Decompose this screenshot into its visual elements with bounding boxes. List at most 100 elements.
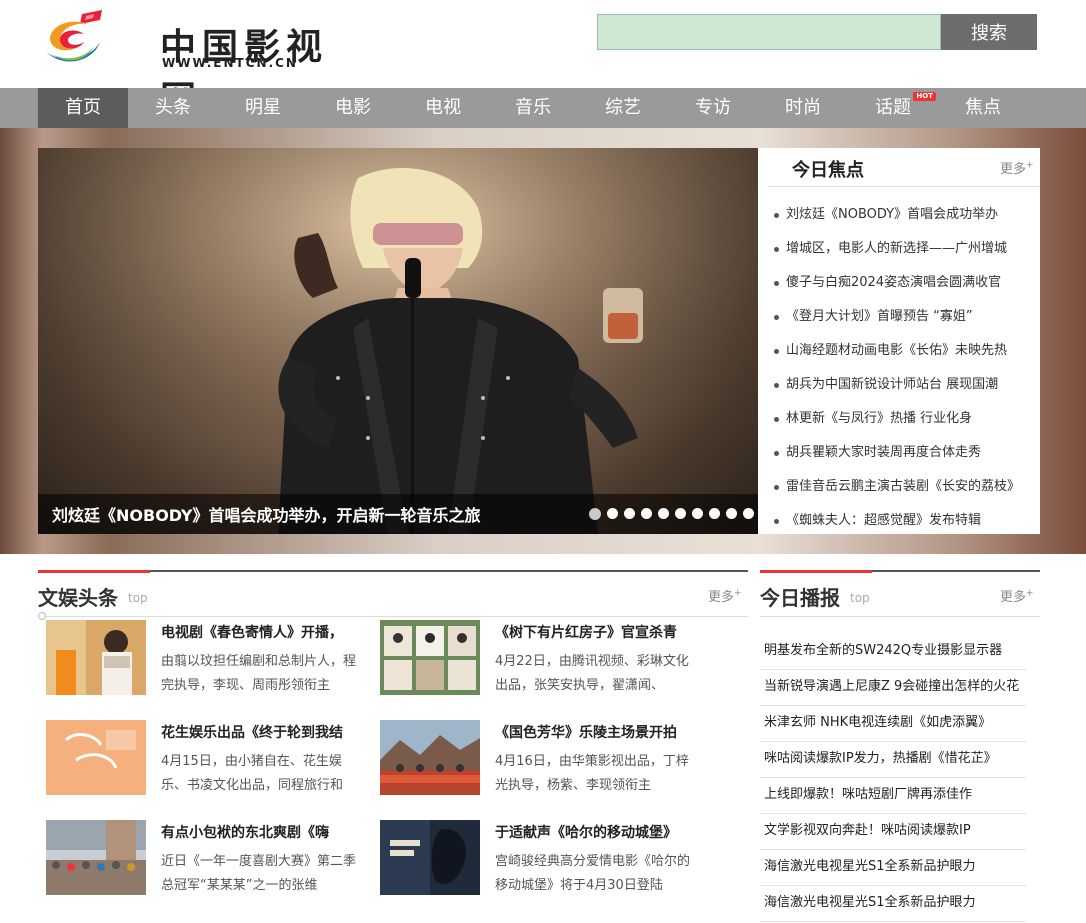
slider-dot[interactable] [641,508,652,519]
nav-label: 明星 [245,97,281,118]
news-desc: 4月16日，由华策影视出品，丁梓光执导，杨紫、李现领衔主 [495,754,689,793]
list-item[interactable]: 胡兵瞿颖大家时装周再度合体走秀 [772,440,1034,474]
nav-label: 头条 [155,97,191,118]
slider-dot[interactable] [658,508,669,519]
slider-dot[interactable] [743,508,754,519]
news-title[interactable]: 《国色芳华》乐陵主场景开拍 [495,722,695,742]
nav-label: 焦点 [965,97,1001,118]
list-item[interactable]: 山海经题材动画电影《长佑》未映先热 [772,338,1034,372]
nav-label: 综艺 [605,97,641,118]
broadcast-more-link[interactable]: 更多+ [1000,586,1034,605]
more-label: 更多 [1000,162,1027,177]
nav-item-topics[interactable]: 话题 HOT [848,88,938,128]
hero-slider[interactable]: 刘炫廷《NOBODY》首唱会成功举办，开启新一轮音乐之旅 [38,148,758,534]
ent-section-header: 文娱头条 top 更多+ [38,570,748,620]
list-item[interactable]: 《登月大计划》首曝预告 “寡姐” [772,304,1034,338]
focus-more-link[interactable]: 更多+ [1000,158,1034,177]
slider-dot[interactable] [624,508,635,519]
divider [768,186,1040,187]
slider-dot[interactable] [589,508,601,520]
slider-dot[interactable] [607,508,618,519]
accent-bar [760,570,872,573]
plus-icon: + [734,588,742,599]
plus-icon: + [1026,588,1034,599]
list-item[interactable]: 傻子与白痴2024姿态演唱会圆满收官 [772,270,1034,304]
list-item[interactable]: 明基发布全新的SW242Q专业摄影显示器 [760,634,1026,670]
list-item[interactable]: 《蜘蛛夫人：超感觉醒》发布特辑 [772,508,1034,542]
news-desc: 宫崎骏经典高分爱情电影《哈尔的移动城堡》将于4月30日登陆 [495,854,691,893]
slider-dots [589,508,754,520]
list-item[interactable]: 文学影视双向奔赴！咪咕阅读爆款IP [760,814,1026,850]
nav-label: 音乐 [515,97,551,118]
news-thumbnail[interactable] [380,820,480,895]
nav-item-stars[interactable]: 明星 [218,88,308,128]
hero-caption-bar: 刘炫廷《NOBODY》首唱会成功举办，开启新一轮音乐之旅 [38,494,758,534]
search-button[interactable]: 搜索 [941,14,1037,50]
list-item[interactable]: 海信激光电视星光S1全系新品护眼力 [760,886,1026,922]
list-item[interactable]: 林更新《与凤行》热播 行业化身 [772,406,1034,440]
news-thumbnail[interactable] [380,720,480,795]
news-item[interactable]: 于适献声《哈尔的移动城堡》 宫崎骏经典高分爱情电影《哈尔的移动城堡》将于4月30… [380,820,696,898]
hero-image [38,148,758,534]
list-item[interactable]: 胡兵为中国新锐设计师站台 展现国潮 [772,372,1034,406]
focus-list: 刘炫廷《NOBODY》首唱会成功举办 增城区，电影人的新选择——广州增城 傻子与… [772,202,1034,542]
news-thumbnail[interactable] [46,720,146,795]
news-item[interactable]: 花生娱乐出品《终于轮到我结 4月15日，由小猪自在、花生娱乐、书凌文化出品，同程… [46,720,362,798]
news-title[interactable]: 花生娱乐出品《终于轮到我结 [161,722,361,742]
news-item[interactable]: 《国色芳华》乐陵主场景开拍 4月16日，由华策影视出品，丁梓光执导，杨紫、李现领… [380,720,696,798]
news-item[interactable]: 电视剧《春色寄情人》开播， 由翦以玟担任编剧和总制片人，程完执导，李现、周雨彤领… [46,620,362,698]
news-title[interactable]: 《树下有片红房子》官宣杀青 [495,622,695,642]
list-item[interactable]: 增城区，电影人的新选择——广州增城 [772,236,1034,270]
list-item[interactable]: 上线即爆款！咪咕短剧厂牌再添佳作 [760,778,1026,814]
divider [38,616,748,617]
nav-label: 专访 [695,97,731,118]
logo-emblem-icon [46,10,102,62]
slider-dot[interactable] [709,508,720,519]
section-title: 文娱头条 [38,586,118,610]
news-thumbnail[interactable] [46,620,146,695]
news-title[interactable]: 电视剧《春色寄情人》开播， [161,622,361,642]
news-title[interactable]: 于适献声《哈尔的移动城堡》 [495,822,695,842]
section-subtitle: top [128,591,148,605]
slider-dot[interactable] [726,508,737,519]
header: 中国影视网 WWW.ENTCN.CN 搜索 [0,0,1086,120]
search-input[interactable] [597,14,941,50]
list-item[interactable]: 海信激光电视星光S1全系新品护眼力 [760,850,1026,886]
list-item[interactable]: 咪咕阅读爆款IP发力，热播剧《惜花芷》 [760,742,1026,778]
main-nav: 首页 头条 明星 电影 电视 音乐 综艺 专访 时尚 话题 HOT 焦点 [0,88,1086,128]
broadcast-list: 明基发布全新的SW242Q专业摄影显示器 当新锐导演遇上尼康Z 9会碰撞出怎样的… [760,634,1026,922]
nav-item-music[interactable]: 音乐 [488,88,578,128]
nav-item-fashion[interactable]: 时尚 [758,88,848,128]
slider-dot[interactable] [675,508,686,519]
list-item[interactable]: 当新锐导演遇上尼康Z 9会碰撞出怎样的火花 [760,670,1026,706]
section-title: 今日播报 [760,586,840,610]
list-item[interactable]: 米津玄师 NHK电视连续剧《如虎添翼》 [760,706,1026,742]
list-item[interactable]: 刘炫廷《NOBODY》首唱会成功举办 [772,202,1034,236]
list-item[interactable]: 雷佳音岳云鹏主演古装剧《长安的荔枝》 [772,474,1034,508]
news-title[interactable]: 有点小包袱的东北爽剧《嗨 [161,822,361,842]
divider-dot [38,612,46,620]
news-item[interactable]: 《树下有片红房子》官宣杀青 4月22日，由腾讯视频、彩琳文化出品，张笑安执导，翟… [380,620,696,698]
nav-item-movies[interactable]: 电影 [308,88,398,128]
nav-item-home[interactable]: 首页 [38,88,128,128]
nav-item-focus[interactable]: 焦点 [938,88,1028,128]
news-thumbnail[interactable] [380,620,480,695]
nav-item-variety[interactable]: 综艺 [578,88,668,128]
nav-item-tv[interactable]: 电视 [398,88,488,128]
plus-icon: + [1026,160,1034,171]
news-desc: 由翦以玟担任编剧和总制片人，程完执导，李现、周雨彤领衔主 [161,654,357,693]
slider-dot[interactable] [692,508,703,519]
nav-label: 首页 [65,97,101,118]
site-logo[interactable]: 中国影视网 WWW.ENTCN.CN [42,8,362,120]
nav-item-interview[interactable]: 专访 [668,88,758,128]
hero-caption[interactable]: 刘炫廷《NOBODY》首唱会成功举办，开启新一轮音乐之旅 [52,502,481,526]
news-thumbnail[interactable] [46,820,146,895]
accent-bar [38,570,150,573]
nav-label: 电影 [335,97,371,118]
today-focus-panel: 今日焦点 更多+ 刘炫廷《NOBODY》首唱会成功举办 增城区，电影人的新选择—… [758,148,1040,534]
ent-more-link[interactable]: 更多+ [708,586,742,605]
news-item[interactable]: 有点小包袱的东北爽剧《嗨 近日《一年一度喜剧大赛》第二季总冠军“某某某”之一的张… [46,820,362,898]
logo-url: WWW.ENTCN.CN [162,56,298,70]
nav-item-headlines[interactable]: 头条 [128,88,218,128]
news-desc: 4月22日，由腾讯视频、彩琳文化出品，张笑安执导，翟潇闻、 [495,654,689,693]
